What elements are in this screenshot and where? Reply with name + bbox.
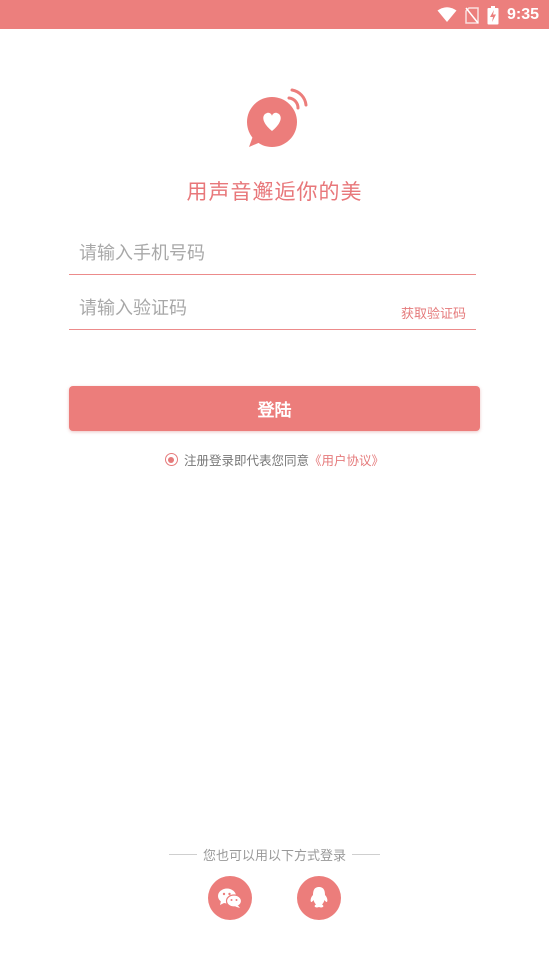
login-button[interactable]: 登陆 [69,386,480,431]
agreement-text: 注册登录即代表您同意 [183,453,309,468]
qq-login-button[interactable] [297,876,341,920]
user-agreement-link[interactable]: 《用户协议》 [309,450,384,469]
wifi-icon [437,7,457,22]
phone-field [69,229,476,275]
verification-code-input[interactable] [79,294,379,322]
other-login-label: 您也可以用以下方式登录 [202,849,346,864]
qq-penguin-icon [310,887,328,908]
divider-right [352,854,380,855]
no-sim-icon [465,6,479,24]
code-field: 获取验证码 [69,284,476,330]
status-icons: 9:35 [437,4,539,26]
phone-input[interactable] [79,239,379,267]
other-login-label-row: 您也可以用以下方式登录 [0,845,549,864]
status-bar: 9:35 [0,0,549,29]
heart-chat-bubble-icon [247,88,308,147]
app-slogan: 用声音邂逅你的美 [186,180,363,204]
battery-charging-icon [487,5,499,24]
divider-left [168,854,197,855]
status-time: 9:35 [506,6,539,23]
wechat-login-button[interactable] [208,876,252,920]
agreement-radio[interactable] [164,453,178,466]
agreement-row: 注册登录即代表您同意 《用户协议》 [0,450,549,469]
get-code-button[interactable]: 获取验证码 [401,303,466,322]
wechat-icon [218,888,243,908]
